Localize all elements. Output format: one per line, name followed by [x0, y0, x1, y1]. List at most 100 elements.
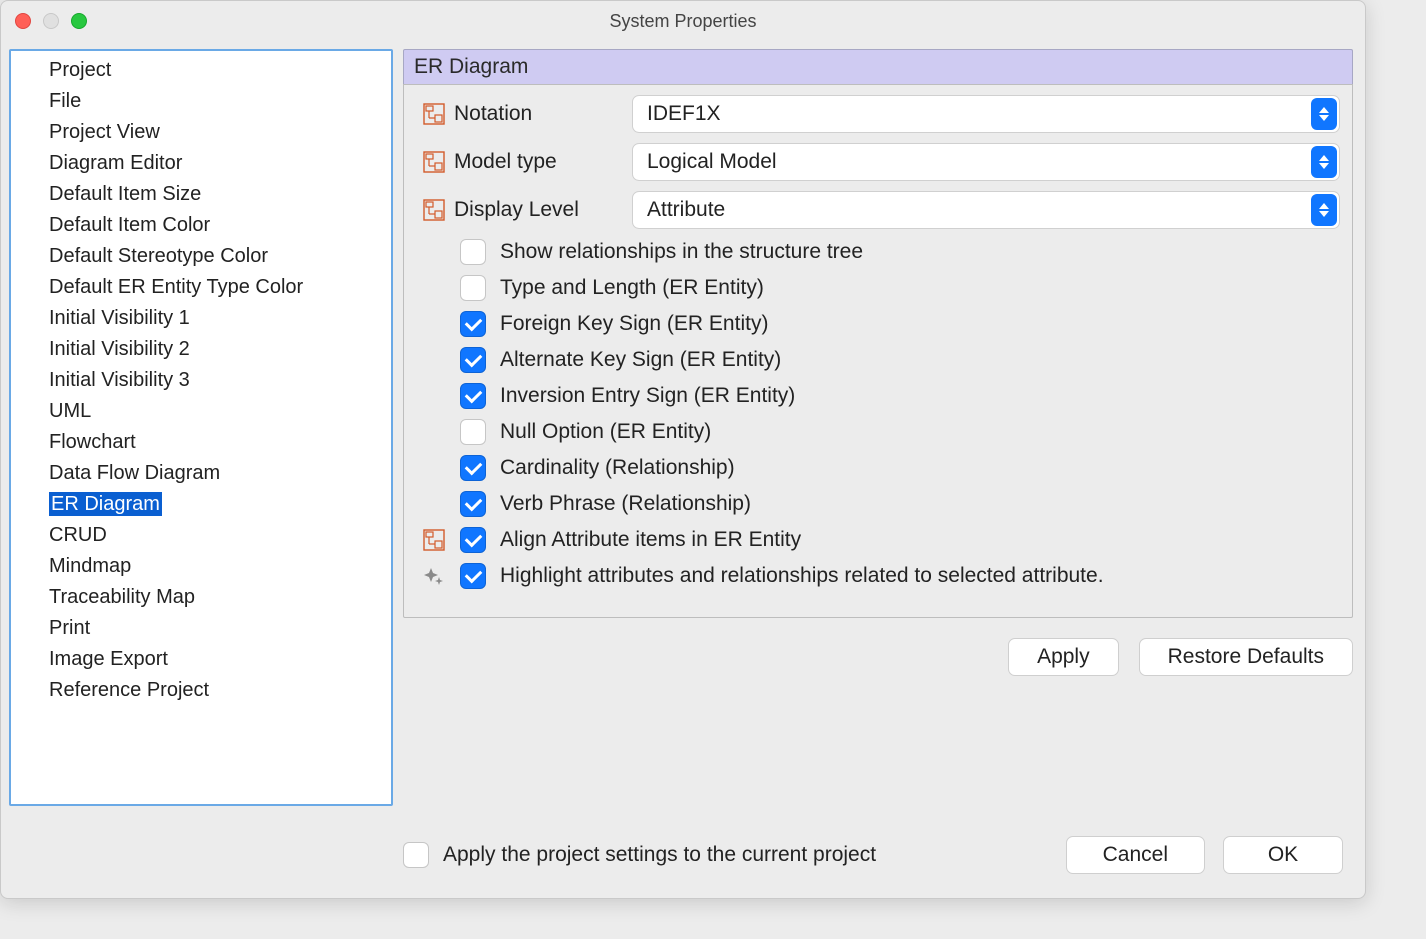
sidebar-item[interactable]: Default Item Color — [11, 210, 391, 241]
display-level-select[interactable]: Attribute — [632, 191, 1340, 229]
notation-select[interactable]: IDEF1X — [632, 95, 1340, 133]
zoom-window-button[interactable] — [71, 13, 87, 29]
option-row: Null Option (ER Entity) — [422, 419, 1340, 445]
chevron-up-down-icon — [1311, 98, 1337, 130]
model-type-value: Logical Model — [647, 150, 1311, 174]
option-checkbox[interactable] — [460, 239, 486, 265]
sidebar-item[interactable]: Default Stereotype Color — [11, 241, 391, 272]
chevron-up-down-icon — [1311, 194, 1337, 226]
main-panel: ER Diagram Notation IDEF1X — [403, 49, 1353, 806]
sidebar-item[interactable]: Project View — [11, 117, 391, 148]
option-label: Inversion Entry Sign (ER Entity) — [500, 384, 795, 408]
ok-button[interactable]: OK — [1223, 836, 1343, 874]
option-label: Align Attribute items in ER Entity — [500, 528, 801, 552]
sidebar-item[interactable]: Image Export — [11, 644, 391, 675]
option-checkbox[interactable] — [460, 347, 486, 373]
option-label: Type and Length (ER Entity) — [500, 276, 764, 300]
option-checkbox[interactable] — [460, 419, 486, 445]
panel-title: ER Diagram — [403, 49, 1353, 84]
sidebar-item[interactable]: Reference Project — [11, 675, 391, 706]
sidebar-item[interactable]: Diagram Editor — [11, 148, 391, 179]
apply-project-label: Apply the project settings to the curren… — [443, 843, 876, 867]
option-row: Inversion Entry Sign (ER Entity) — [422, 383, 1340, 409]
sidebar-item[interactable]: CRUD — [11, 520, 391, 551]
spacer — [422, 348, 446, 372]
body: ProjectFileProject ViewDiagram EditorDef… — [1, 41, 1365, 806]
option-checkbox[interactable] — [460, 563, 486, 589]
sidebar-item[interactable]: Default ER Entity Type Color — [11, 272, 391, 303]
sidebar-item[interactable]: Flowchart — [11, 427, 391, 458]
apply-button[interactable]: Apply — [1008, 638, 1119, 676]
option-row: Type and Length (ER Entity) — [422, 275, 1340, 301]
notation-row: Notation IDEF1X — [422, 95, 1340, 133]
spacer — [422, 456, 446, 480]
panel-buttons: Apply Restore Defaults — [403, 638, 1353, 676]
sidebar-item[interactable]: Project — [11, 55, 391, 86]
option-row: Highlight attributes and relationships r… — [422, 563, 1340, 589]
minimize-window-button[interactable] — [43, 13, 59, 29]
sidebar-item[interactable]: Initial Visibility 1 — [11, 303, 391, 334]
option-checkbox[interactable] — [460, 383, 486, 409]
er-icon — [422, 150, 446, 174]
spacer — [422, 384, 446, 408]
option-label: Alternate Key Sign (ER Entity) — [500, 348, 781, 372]
option-checkbox[interactable] — [460, 311, 486, 337]
er-icon — [422, 528, 446, 552]
display-level-label: Display Level — [454, 198, 624, 222]
option-label: Cardinality (Relationship) — [500, 456, 735, 480]
restore-defaults-button[interactable]: Restore Defaults — [1139, 638, 1353, 676]
spacer — [422, 240, 446, 264]
option-row: Foreign Key Sign (ER Entity) — [422, 311, 1340, 337]
dialog-footer: Apply the project settings to the curren… — [1, 806, 1365, 898]
sidebar-item[interactable]: File — [11, 86, 391, 117]
traffic-lights — [15, 13, 87, 29]
sidebar-item[interactable]: Initial Visibility 3 — [11, 365, 391, 396]
er-icon — [422, 198, 446, 222]
category-sidebar[interactable]: ProjectFileProject ViewDiagram EditorDef… — [11, 51, 391, 804]
apply-project-checkbox[interactable] — [403, 842, 429, 868]
titlebar: System Properties — [1, 1, 1365, 41]
system-properties-window: System Properties ProjectFileProject Vie… — [0, 0, 1366, 899]
model-type-row: Model type Logical Model — [422, 143, 1340, 181]
spacer — [422, 420, 446, 444]
notation-value: IDEF1X — [647, 102, 1311, 126]
option-row: Show relationships in the structure tree — [422, 239, 1340, 265]
sidebar-item[interactable]: Data Flow Diagram — [11, 458, 391, 489]
display-level-value: Attribute — [647, 198, 1311, 222]
cancel-button[interactable]: Cancel — [1066, 836, 1205, 874]
er-icon — [422, 102, 446, 126]
option-checkbox[interactable] — [460, 527, 486, 553]
model-type-label: Model type — [454, 150, 624, 174]
option-label: Null Option (ER Entity) — [500, 420, 711, 444]
option-row: Alternate Key Sign (ER Entity) — [422, 347, 1340, 373]
model-type-select[interactable]: Logical Model — [632, 143, 1340, 181]
option-label: Highlight attributes and relationships r… — [500, 564, 1104, 588]
option-checkbox[interactable] — [460, 491, 486, 517]
chevron-up-down-icon — [1311, 146, 1337, 178]
sidebar-item[interactable]: Mindmap — [11, 551, 391, 582]
sidebar-item[interactable]: Traceability Map — [11, 582, 391, 613]
option-label: Verb Phrase (Relationship) — [500, 492, 751, 516]
sparkle-icon — [422, 564, 446, 588]
option-row: Cardinality (Relationship) — [422, 455, 1340, 481]
sidebar-item[interactable]: Initial Visibility 2 — [11, 334, 391, 365]
sidebar-item[interactable]: UML — [11, 396, 391, 427]
window-title: System Properties — [1, 11, 1365, 32]
close-window-button[interactable] — [15, 13, 31, 29]
notation-label: Notation — [454, 102, 624, 126]
sidebar-item[interactable]: Print — [11, 613, 391, 644]
spacer — [422, 312, 446, 336]
spacer — [422, 492, 446, 516]
option-row: Align Attribute items in ER Entity — [422, 527, 1340, 553]
option-label: Foreign Key Sign (ER Entity) — [500, 312, 768, 336]
sidebar-item[interactable]: ER Diagram — [11, 489, 391, 520]
display-level-row: Display Level Attribute — [422, 191, 1340, 229]
option-checkbox[interactable] — [460, 275, 486, 301]
panel-body: Notation IDEF1X Model type — [403, 84, 1353, 618]
sidebar-container: ProjectFileProject ViewDiagram EditorDef… — [9, 49, 393, 806]
option-checkbox[interactable] — [460, 455, 486, 481]
sidebar-item[interactable]: Default Item Size — [11, 179, 391, 210]
spacer — [422, 276, 446, 300]
option-row: Verb Phrase (Relationship) — [422, 491, 1340, 517]
footer-apply-option: Apply the project settings to the curren… — [403, 842, 876, 868]
